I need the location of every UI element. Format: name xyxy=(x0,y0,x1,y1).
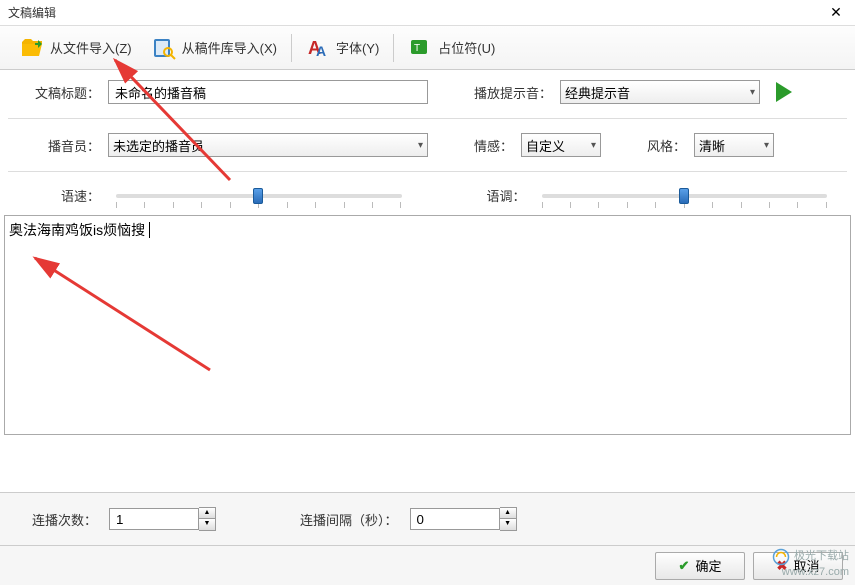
chevron-down-icon: ▾ xyxy=(591,140,596,151)
svg-text:A: A xyxy=(316,43,326,59)
play-button[interactable] xyxy=(776,82,792,102)
chevron-down-icon: ▾ xyxy=(750,87,755,98)
spin-down-icon[interactable]: ▼ xyxy=(500,519,516,530)
repeat-spinner[interactable]: ▲ ▼ xyxy=(109,507,216,531)
tone-label: 语调： xyxy=(466,186,526,205)
placeholder-label: 占位符(U) xyxy=(438,38,495,57)
emotion-label: 情感： xyxy=(474,136,513,155)
bottom-panel: 连播次数： ▲ ▼ 连播间隔（秒）： ▲ ▼ xyxy=(0,492,855,545)
cancel-label: 取消 xyxy=(793,556,819,575)
gap-label: 连播间隔（秒）： xyxy=(300,510,398,529)
check-icon: ✔ xyxy=(679,558,690,574)
close-icon: ✕ xyxy=(830,4,842,21)
import-lib-label: 从稿件库导入(X) xyxy=(182,38,277,57)
emotion-value: 自定义 xyxy=(526,136,565,155)
toolbar: 从文件导入(Z) 从稿件库导入(X) AA 字体(Y) T 占位符(U) xyxy=(0,26,855,70)
x-icon: ✖ xyxy=(777,558,788,574)
style-select[interactable]: 清晰 ▾ xyxy=(694,133,774,157)
sound-select[interactable]: 经典提示音 ▾ xyxy=(560,80,760,104)
import-file-label: 从文件导入(Z) xyxy=(50,38,132,57)
slider-row: 语速： 语调： xyxy=(0,176,855,215)
announcer-row: 播音员： 未选定的播音员 ▾ 情感： 自定义 ▾ 风格： 清晰 ▾ xyxy=(0,123,855,167)
divider xyxy=(8,118,847,119)
window-title: 文稿编辑 xyxy=(4,4,821,21)
ok-label: 确定 xyxy=(695,556,721,575)
sound-label: 播放提示音： xyxy=(474,83,552,102)
spin-down-icon[interactable]: ▼ xyxy=(199,519,215,530)
action-bar: ✔ 确定 ✖ 取消 xyxy=(0,545,855,585)
gap-spinner[interactable]: ▲ ▼ xyxy=(410,507,517,531)
placeholder-button[interactable]: T 占位符(U) xyxy=(398,30,505,66)
content-textarea[interactable]: 奥法海南鸡饭is烦恼搜 xyxy=(4,215,851,435)
placeholder-icon: T xyxy=(408,36,432,60)
svg-text:T: T xyxy=(414,43,420,54)
style-value: 清晰 xyxy=(699,136,725,155)
spin-up-icon[interactable]: ▲ xyxy=(199,508,215,519)
style-label: 风格： xyxy=(647,136,686,155)
folder-icon xyxy=(20,36,44,60)
speed-slider[interactable] xyxy=(116,194,402,198)
title-label: 文稿标题： xyxy=(20,83,100,102)
import-from-library-button[interactable]: 从稿件库导入(X) xyxy=(142,30,287,66)
library-search-icon xyxy=(152,36,176,60)
announcer-select[interactable]: 未选定的播音员 ▾ xyxy=(108,133,428,157)
toolbar-separator xyxy=(291,34,292,62)
spin-up-icon[interactable]: ▲ xyxy=(500,508,516,519)
repeat-label: 连播次数： xyxy=(32,510,97,529)
tone-thumb[interactable] xyxy=(679,188,689,204)
speed-label: 语速： xyxy=(20,186,100,205)
text-cursor xyxy=(145,222,150,238)
title-row: 文稿标题： 播放提示音： 经典提示音 ▾ xyxy=(0,70,855,114)
font-label: 字体(Y) xyxy=(336,38,379,57)
chevron-down-icon: ▾ xyxy=(764,140,769,151)
tone-slider[interactable] xyxy=(542,194,828,198)
divider xyxy=(8,171,847,172)
content-text: 奥法海南鸡饭is烦恼搜 xyxy=(9,222,145,238)
import-from-file-button[interactable]: 从文件导入(Z) xyxy=(10,30,142,66)
font-button[interactable]: AA 字体(Y) xyxy=(296,30,389,66)
titlebar: 文稿编辑 ✕ xyxy=(0,0,855,26)
ok-button[interactable]: ✔ 确定 xyxy=(655,552,745,580)
cancel-button[interactable]: ✖ 取消 xyxy=(753,552,843,580)
emotion-select[interactable]: 自定义 ▾ xyxy=(521,133,601,157)
announcer-label: 播音员： xyxy=(20,136,100,155)
toolbar-separator xyxy=(393,34,394,62)
font-icon: AA xyxy=(306,36,330,60)
repeat-input[interactable] xyxy=(109,508,199,530)
gap-input[interactable] xyxy=(410,508,500,530)
close-button[interactable]: ✕ xyxy=(821,3,851,23)
announcer-value: 未选定的播音员 xyxy=(113,136,204,155)
title-input[interactable] xyxy=(108,80,428,104)
chevron-down-icon: ▾ xyxy=(418,140,423,151)
speed-thumb[interactable] xyxy=(253,188,263,204)
sound-value: 经典提示音 xyxy=(565,83,630,102)
